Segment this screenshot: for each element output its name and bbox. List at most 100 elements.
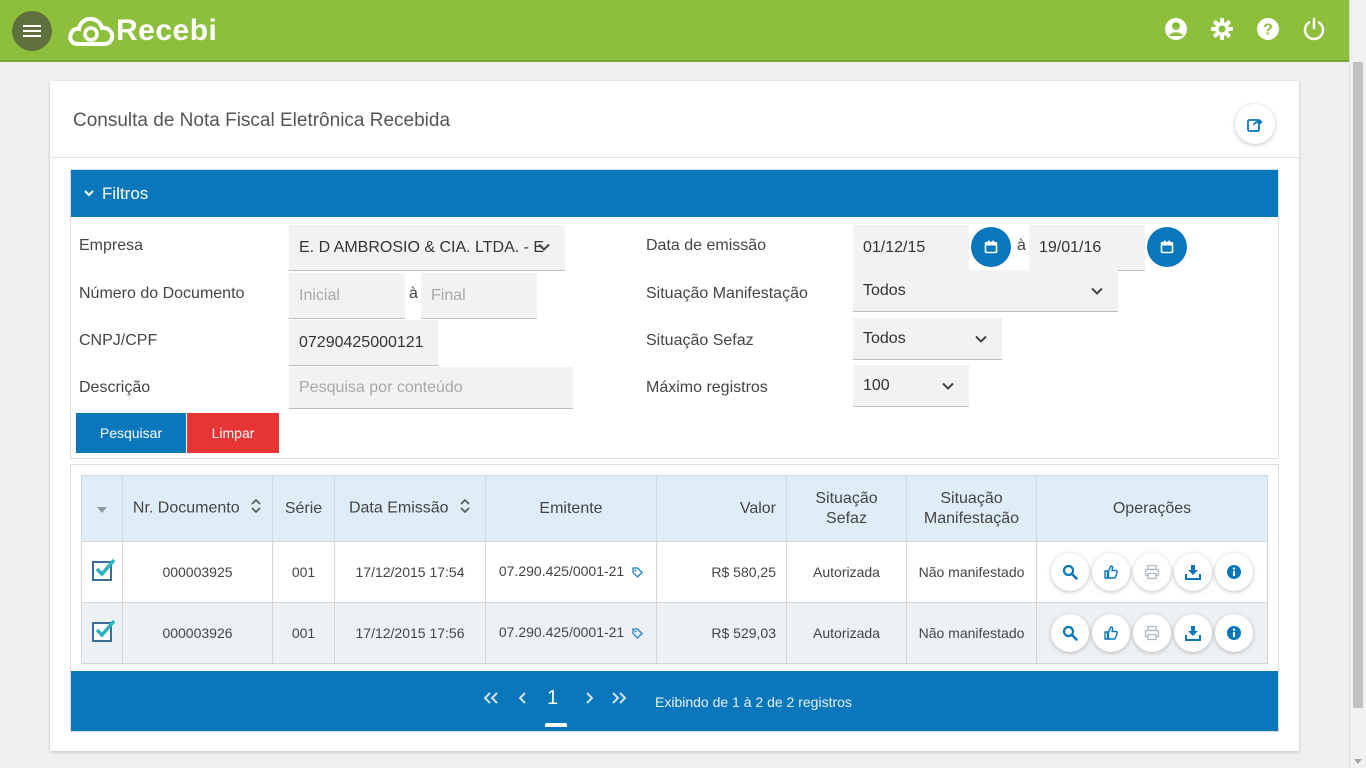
checkmark-icon <box>95 558 116 577</box>
cell-operacoes <box>1036 541 1268 603</box>
cnpj-input[interactable]: 07290425000121 <box>289 320 438 366</box>
situacao-manifestacao-value: Todos <box>863 281 906 299</box>
chevron-down-icon <box>941 379 955 398</box>
row-checkbox[interactable] <box>92 619 116 642</box>
col-nr-documento[interactable]: Nr. Documento <box>122 475 273 542</box>
info-button[interactable] <box>1215 614 1253 652</box>
cell-valor: R$ 580,25 <box>656 541 787 603</box>
data-emissao-from-input[interactable]: 01/12/15 <box>853 225 969 271</box>
print-button[interactable] <box>1133 553 1171 591</box>
data-emissao-to-input[interactable]: 19/01/16 <box>1029 225 1145 271</box>
scrollbar-thumb[interactable] <box>1353 62 1363 708</box>
current-page[interactable]: 1 <box>547 687 558 710</box>
cell-data-emissao: 17/12/2015 17:56 <box>334 602 486 664</box>
filters-toggle[interactable]: Filtros <box>71 170 1278 217</box>
maximo-registros-select[interactable]: 100 <box>853 365 969 407</box>
select-all-header[interactable] <box>81 475 123 542</box>
search-icon <box>1062 564 1078 580</box>
data-separator: à <box>1017 237 1026 254</box>
cell-operacoes <box>1036 602 1268 664</box>
numero-final-input[interactable]: Final <box>421 273 537 319</box>
download-button[interactable] <box>1174 614 1212 652</box>
situacao-sefaz-label: Situação Sefaz <box>646 332 754 349</box>
hamburger-menu-button[interactable] <box>12 11 52 51</box>
situacao-sefaz-value: Todos <box>863 329 906 347</box>
calendar-icon <box>984 240 998 254</box>
first-page-icon[interactable] <box>483 689 499 710</box>
print-button[interactable] <box>1133 614 1171 652</box>
chevron-down-icon <box>974 332 988 351</box>
row-checkbox-cell[interactable] <box>81 541 123 603</box>
pesquisar-button[interactable]: Pesquisar <box>76 413 186 453</box>
chevron-down-icon <box>84 187 94 201</box>
row-checkbox-cell[interactable] <box>81 602 123 664</box>
last-page-icon[interactable] <box>611 689 627 710</box>
chevron-down-icon <box>1090 284 1104 303</box>
tag-icon[interactable] <box>632 626 644 642</box>
numero-inicial-input[interactable]: Inicial <box>289 273 405 319</box>
search-icon <box>1062 625 1078 641</box>
next-page-icon[interactable] <box>585 689 595 710</box>
help-icon[interactable]: ? <box>1256 17 1280 41</box>
calendar-to-button[interactable] <box>1147 227 1187 267</box>
cell-serie: 001 <box>272 541 335 603</box>
view-button[interactable] <box>1051 614 1089 652</box>
brand-logo[interactable]: Recebi <box>68 14 217 48</box>
col-emitente: Emitente <box>485 475 657 542</box>
table-header-row: Nr. Documento Série Data Emissão Emitent… <box>81 475 1268 542</box>
export-button[interactable] <box>1235 104 1275 144</box>
main-card: Consulta de Nota Fiscal Eletrônica Receb… <box>50 81 1299 751</box>
cell-valor: R$ 529,03 <box>656 602 787 664</box>
manifest-button[interactable] <box>1092 614 1130 652</box>
gear-icon[interactable] <box>1210 17 1234 41</box>
cell-emitente: 07.290.425/0001-21 <box>485 541 657 603</box>
info-button[interactable] <box>1215 553 1253 591</box>
printer-icon <box>1144 625 1160 641</box>
cnpj-label: CNPJ/CPF <box>79 332 158 349</box>
results-table: Nr. Documento Série Data Emissão Emitent… <box>81 475 1268 664</box>
col-operacoes: Operações <box>1036 475 1268 542</box>
empresa-label: Empresa <box>79 237 144 254</box>
cell-situacao-sefaz: Autorizada <box>786 541 907 603</box>
empresa-select[interactable]: E. D AMBROSIO & CIA. LTDA. - E <box>289 225 565 271</box>
pagination-bar: 1 Exibindo de 1 à 2 de 2 registros <box>71 671 1278 731</box>
cell-situacao-sefaz: Autorizada <box>786 602 907 664</box>
vertical-scrollbar[interactable] <box>1349 0 1366 768</box>
col-data-emissao[interactable]: Data Emissão <box>334 475 486 542</box>
maximo-registros-label: Máximo registros <box>646 379 768 396</box>
table-row[interactable]: 000003926 001 17/12/2015 17:56 07.290.42… <box>81 602 1268 664</box>
sort-icon <box>250 498 262 518</box>
download-button[interactable] <box>1174 553 1212 591</box>
data-emissao-label: Data de emissão <box>646 237 767 254</box>
power-icon[interactable] <box>1302 17 1326 41</box>
limpar-button[interactable]: Limpar <box>187 413 279 453</box>
scroll-down-arrow-icon[interactable] <box>1354 759 1362 764</box>
view-button[interactable] <box>1051 553 1089 591</box>
info-icon <box>1227 565 1241 579</box>
cell-nr-documento: 000003925 <box>122 541 273 603</box>
manifest-button[interactable] <box>1092 553 1130 591</box>
table-row[interactable]: 000003925 001 17/12/2015 17:54 07.290.42… <box>81 541 1268 603</box>
tag-icon[interactable] <box>632 565 644 581</box>
numero-documento-label: Número do Documento <box>79 285 245 302</box>
pagination-info: Exibindo de 1 à 2 de 2 registros <box>655 694 852 710</box>
download-icon <box>1185 626 1201 641</box>
situacao-manifestacao-select[interactable]: Todos <box>853 270 1118 312</box>
situacao-sefaz-select[interactable]: Todos <box>853 318 1002 360</box>
descricao-input[interactable]: Pesquisa por conteúdo <box>289 367 573 409</box>
empresa-value: E. D AMBROSIO & CIA. LTDA. - E <box>299 238 545 256</box>
cell-data-emissao: 17/12/2015 17:54 <box>334 541 486 603</box>
col-valor: Valor <box>656 475 787 542</box>
previous-page-icon[interactable] <box>517 689 527 710</box>
brand-name: Recebi <box>116 14 218 47</box>
col-situacao-sefaz: Situação Sefaz <box>786 475 907 542</box>
row-checkbox[interactable] <box>92 558 116 581</box>
cell-nr-documento: 000003926 <box>122 602 273 664</box>
situacao-manifestacao-label: Situação Manifestação <box>646 285 808 302</box>
numero-separator: à <box>409 285 418 302</box>
user-profile-icon[interactable] <box>1164 17 1188 41</box>
thumbs-up-icon <box>1104 565 1118 579</box>
cloud-logo-icon <box>68 16 114 46</box>
page-title: Consulta de Nota Fiscal Eletrônica Receb… <box>73 110 451 131</box>
calendar-from-button[interactable] <box>971 227 1011 267</box>
